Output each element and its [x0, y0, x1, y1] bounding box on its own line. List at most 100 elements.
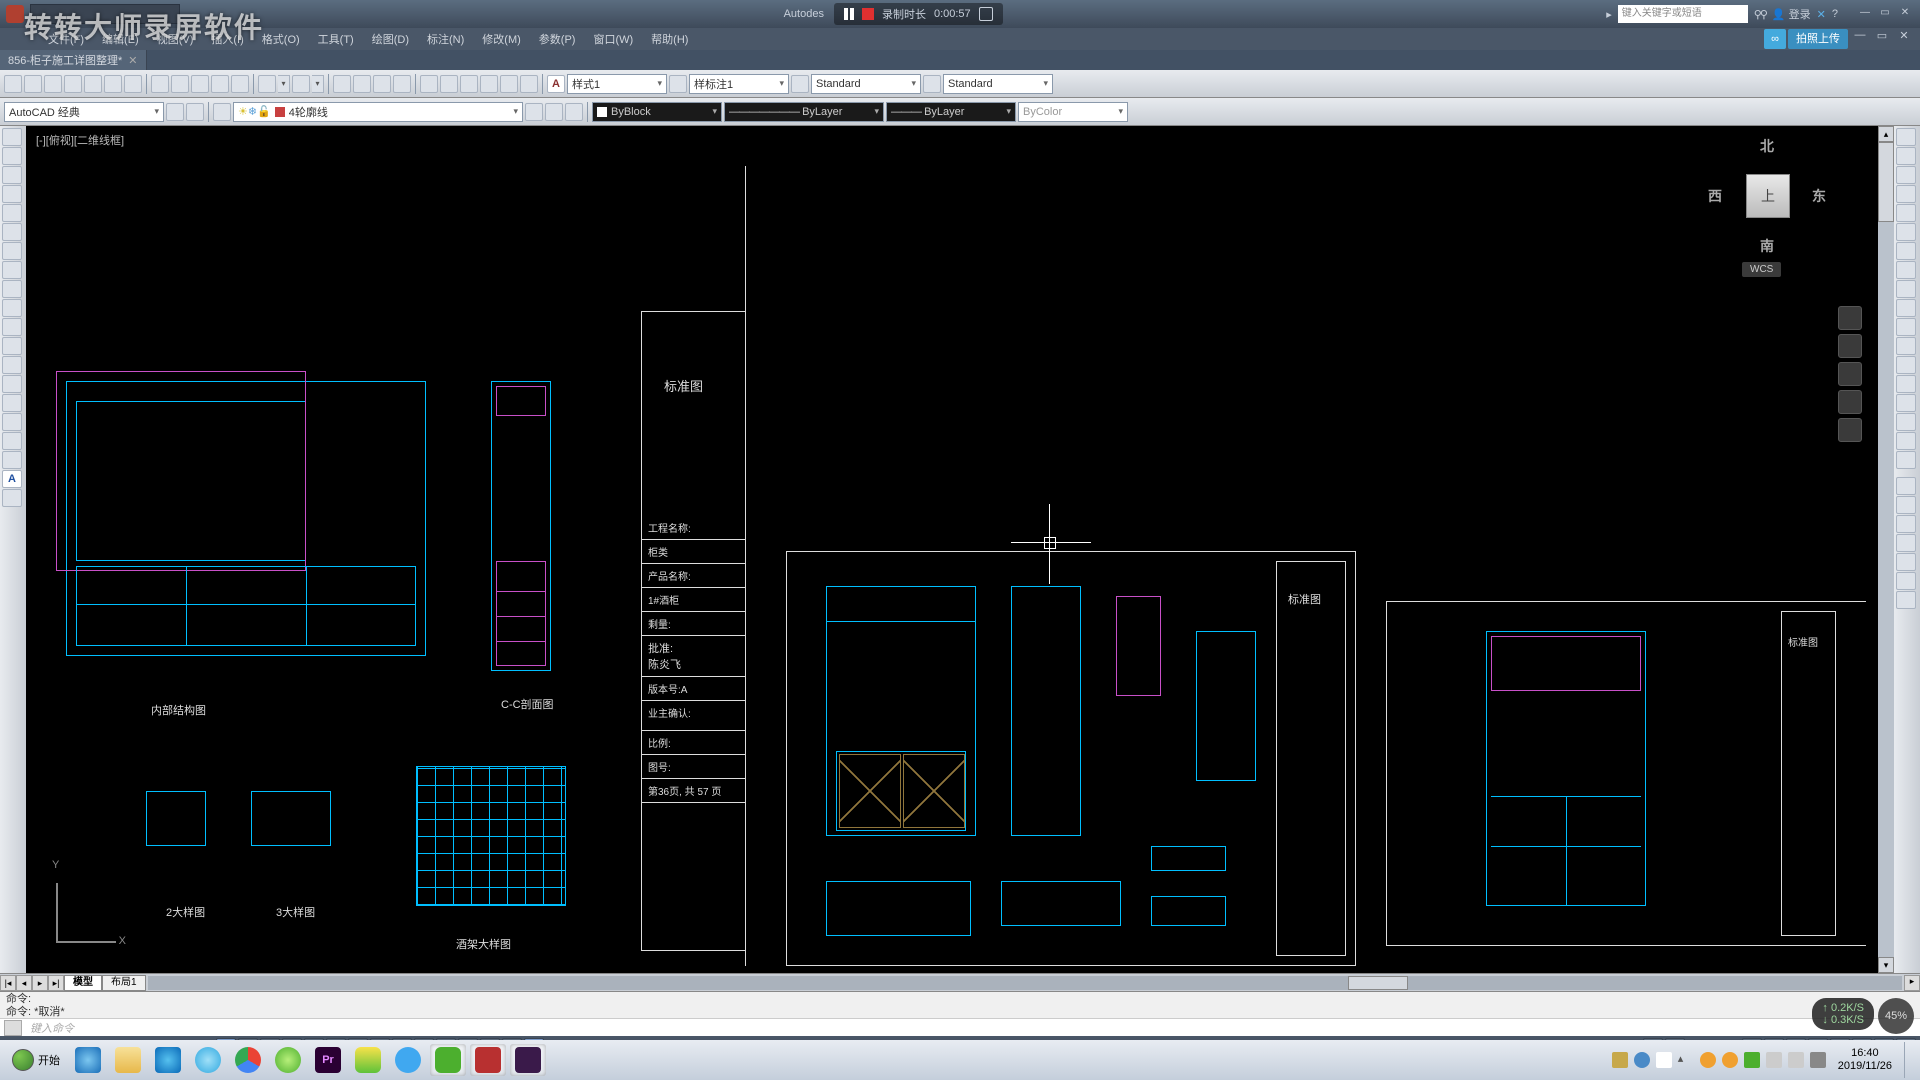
- vertical-scrollbar[interactable]: ▴ ▾: [1878, 126, 1894, 973]
- layer-iso-icon[interactable]: [565, 103, 583, 121]
- nav-orbit-icon[interactable]: [1838, 390, 1862, 414]
- layer-prev-icon[interactable]: [525, 103, 543, 121]
- signin-button[interactable]: 👤 登录: [1772, 6, 1811, 22]
- pline-icon[interactable]: [2, 166, 22, 184]
- copy-obj-icon[interactable]: [1896, 147, 1916, 165]
- scroll-thumb[interactable]: [1878, 142, 1894, 222]
- draworder-icon[interactable]: [1896, 477, 1916, 495]
- close-tab-icon[interactable]: ✕: [128, 54, 137, 67]
- tb-premiere-icon[interactable]: Pr: [310, 1044, 346, 1076]
- arc-icon[interactable]: [2, 223, 22, 241]
- tab-prev-icon[interactable]: ◂: [16, 975, 32, 991]
- tray-extra-icon[interactable]: [1810, 1052, 1826, 1068]
- tblstyle-icon[interactable]: [791, 75, 809, 93]
- show-desktop-button[interactable]: [1904, 1042, 1912, 1078]
- publish-icon[interactable]: [104, 75, 122, 93]
- copy-icon[interactable]: [171, 75, 189, 93]
- menu-modify[interactable]: 修改(M): [474, 29, 529, 49]
- tab-next-icon[interactable]: ▸: [32, 975, 48, 991]
- rectangle-icon[interactable]: [2, 204, 22, 222]
- compass-n[interactable]: 北: [1760, 136, 1774, 156]
- dimstyle-select[interactable]: 样标注1▾: [689, 74, 789, 94]
- erase-icon[interactable]: [1896, 128, 1916, 146]
- stretch-icon[interactable]: [1896, 280, 1916, 298]
- menu-window[interactable]: 窗口(W): [585, 29, 641, 49]
- quickcalc-icon[interactable]: [520, 75, 538, 93]
- redo-icon[interactable]: [292, 75, 310, 93]
- table-icon[interactable]: [2, 451, 22, 469]
- match-icon[interactable]: [211, 75, 229, 93]
- drawing-canvas[interactable]: [-][俯视][二维线框] 标准图 工程名称: 柜类 产品名称: 1#酒柜 剩量…: [26, 126, 1878, 973]
- nav-wheel-icon[interactable]: [1838, 306, 1862, 330]
- color-select[interactable]: ByBlock▾: [592, 102, 722, 122]
- line-icon[interactable]: [2, 128, 22, 146]
- blend-icon[interactable]: [1896, 432, 1916, 450]
- ellipse-arc-icon[interactable]: [2, 318, 22, 336]
- cut-icon[interactable]: [151, 75, 169, 93]
- tb-explorer-icon[interactable]: [110, 1044, 146, 1076]
- revcloud-icon[interactable]: [2, 261, 22, 279]
- maximize-button[interactable]: ▭: [1876, 7, 1894, 21]
- break-icon[interactable]: [1896, 356, 1916, 374]
- tb-autocad-icon[interactable]: [470, 1044, 506, 1076]
- tb-cloud-icon[interactable]: [190, 1044, 226, 1076]
- menu-edit[interactable]: 编辑(E): [94, 29, 147, 49]
- doc-close[interactable]: ✕: [1894, 29, 1914, 49]
- mirror-icon[interactable]: [1896, 166, 1916, 184]
- open-icon[interactable]: [24, 75, 42, 93]
- menu-draw[interactable]: 绘图(D): [364, 29, 417, 49]
- circle-icon[interactable]: [2, 242, 22, 260]
- tab-model[interactable]: 模型: [64, 975, 102, 991]
- tray-net-icon[interactable]: [1766, 1052, 1782, 1068]
- h-scroll-thumb[interactable]: [1348, 976, 1408, 990]
- gradient-icon[interactable]: [2, 413, 22, 431]
- mtext-icon[interactable]: A: [2, 470, 22, 488]
- lineweight-select[interactable]: ——— ByLayer▾: [886, 102, 1016, 122]
- nav-pan-icon[interactable]: [1838, 334, 1862, 358]
- scale-icon[interactable]: [1896, 261, 1916, 279]
- scroll-down-icon[interactable]: ▾: [1878, 957, 1894, 973]
- tray-help-icon[interactable]: [1634, 1052, 1650, 1068]
- style-select[interactable]: 样式1▾: [567, 74, 667, 94]
- zoom-win-icon[interactable]: [373, 75, 391, 93]
- doc-minimize[interactable]: —: [1850, 29, 1870, 49]
- fillet-icon[interactable]: [1896, 413, 1916, 431]
- draworder7-icon[interactable]: [1896, 591, 1916, 609]
- trim-icon[interactable]: [1896, 299, 1916, 317]
- region-icon[interactable]: [2, 432, 22, 450]
- draworder2-icon[interactable]: [1896, 496, 1916, 514]
- cloud-icon[interactable]: ∞: [1764, 29, 1786, 49]
- draworder3-icon[interactable]: [1896, 515, 1916, 533]
- layer-state-icon[interactable]: [545, 103, 563, 121]
- viewcube-wcs[interactable]: WCS: [1742, 262, 1781, 277]
- pan-icon[interactable]: [333, 75, 351, 93]
- draworder6-icon[interactable]: [1896, 572, 1916, 590]
- ellipse-icon[interactable]: [2, 299, 22, 317]
- markup-icon[interactable]: [500, 75, 518, 93]
- tab-first-icon[interactable]: |◂: [0, 975, 16, 991]
- tray-up-icon[interactable]: ▴: [1678, 1052, 1694, 1068]
- menu-parametric[interactable]: 参数(P): [531, 29, 584, 49]
- layer-props-icon[interactable]: [213, 103, 231, 121]
- stop-icon[interactable]: [862, 8, 874, 20]
- menu-view[interactable]: 视图(V): [149, 29, 202, 49]
- tb-wechat-icon[interactable]: [430, 1044, 466, 1076]
- workspace-select[interactable]: AutoCAD 经典▾: [4, 102, 164, 122]
- draworder5-icon[interactable]: [1896, 553, 1916, 571]
- point-icon[interactable]: [2, 375, 22, 393]
- home-icon[interactable]: [979, 7, 993, 21]
- hatch-icon[interactable]: [2, 394, 22, 412]
- make-block-icon[interactable]: [2, 356, 22, 374]
- doc-restore[interactable]: ▭: [1872, 29, 1892, 49]
- toolpal-icon[interactable]: [460, 75, 478, 93]
- document-tab[interactable]: 856-柜子施工详图整理* ✕: [0, 50, 147, 70]
- tb-chrome-icon[interactable]: [230, 1044, 266, 1076]
- save-icon[interactable]: [44, 75, 62, 93]
- exchange-icon[interactable]: ✕: [1817, 8, 1826, 21]
- offset-icon[interactable]: [1896, 185, 1916, 203]
- workspace-settings-icon[interactable]: [166, 103, 184, 121]
- chamfer-icon[interactable]: [1896, 394, 1916, 412]
- help-icon[interactable]: ?: [1832, 8, 1838, 20]
- spline-icon[interactable]: [2, 280, 22, 298]
- move-icon[interactable]: [1896, 223, 1916, 241]
